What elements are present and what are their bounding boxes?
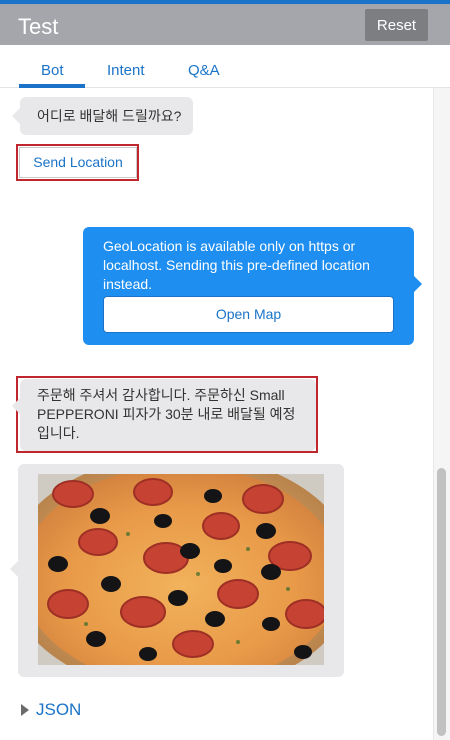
- tab-bot[interactable]: Bot: [41, 62, 64, 79]
- page-title: Test: [18, 14, 59, 39]
- json-toggle-link[interactable]: JSON: [36, 700, 81, 720]
- tab-intent[interactable]: Intent: [107, 62, 145, 79]
- pepperoni-pizza-icon: [38, 474, 324, 665]
- bubble-tail: [12, 398, 20, 414]
- open-map-button[interactable]: Open Map: [103, 296, 394, 333]
- tab-bar: Bot Intent Q&A: [0, 45, 450, 88]
- user-message-text: GeoLocation is available only on https o…: [103, 238, 370, 292]
- user-message-geolocation: GeoLocation is available only on https o…: [83, 227, 422, 345]
- bubble-tail: [12, 108, 20, 124]
- bot-message-text: 어디로 배달해 드릴까요?: [37, 108, 182, 124]
- header: Test Reset: [0, 4, 450, 45]
- bot-message-question: 어디로 배달해 드릴까요?: [12, 97, 193, 135]
- bot-message-confirmation: 주문해 주셔서 감사합니다. 주문하신 Small PEPPERONI 피자가 …: [12, 379, 316, 451]
- active-tab-indicator: [19, 84, 85, 88]
- bot-message-image: [10, 464, 344, 677]
- scrollbar-thumb[interactable]: [437, 468, 446, 736]
- tab-qa[interactable]: Q&A: [188, 62, 220, 79]
- bubble-tail: [414, 276, 422, 292]
- caret-right-icon[interactable]: [21, 704, 29, 716]
- send-location-button[interactable]: Send Location: [19, 147, 137, 178]
- pizza-image: [38, 474, 324, 665]
- reset-button[interactable]: Reset: [365, 9, 428, 41]
- bubble-tail: [10, 561, 18, 577]
- bot-confirmation-text: 주문해 주셔서 감사합니다. 주문하신 Small PEPPERONI 피자가 …: [37, 387, 296, 441]
